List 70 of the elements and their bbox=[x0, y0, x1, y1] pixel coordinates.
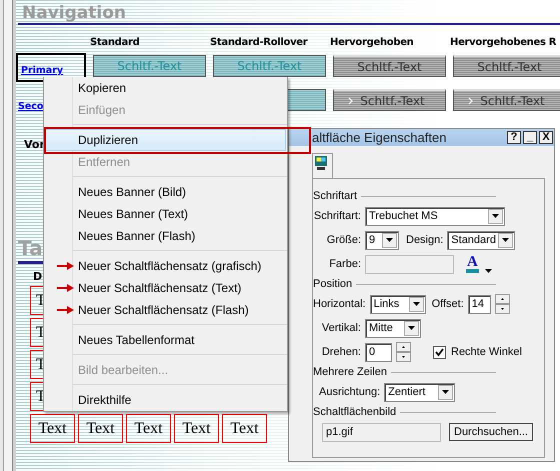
column-header: Hervorgehobenes R bbox=[450, 37, 558, 48]
arrow-icon bbox=[57, 306, 74, 314]
menu-item[interactable]: Neues Tabellenformat bbox=[44, 329, 287, 351]
column-header: D bbox=[33, 270, 43, 283]
menu-item[interactable]: Neuer Schaltflächensatz (Flash) bbox=[44, 299, 287, 321]
row-label: Vor bbox=[24, 138, 46, 151]
chevron-icon bbox=[348, 96, 354, 104]
menu-item[interactable]: Duplizieren bbox=[45, 129, 286, 151]
column-header: Standard bbox=[90, 37, 140, 48]
field-label: Horizontal: bbox=[313, 298, 366, 310]
menu-item[interactable]: Neues Banner (Flash) bbox=[44, 225, 287, 247]
title-button[interactable]: X bbox=[539, 131, 553, 144]
nav-button[interactable]: Schltf.-Text bbox=[333, 55, 446, 77]
field-label: Offset: bbox=[432, 298, 464, 310]
nav-button[interactable]: Schltf.-Text bbox=[453, 89, 560, 111]
input-field[interactable]: 14 bbox=[468, 294, 491, 314]
menu-item[interactable]: Neues Banner (Bild) bbox=[44, 181, 287, 203]
input-field[interactable]: 0 bbox=[365, 342, 392, 362]
column-header: Standard-Rollover bbox=[210, 37, 309, 48]
nav-button[interactable]: Schltf.-Text bbox=[453, 55, 560, 77]
dropdown[interactable]: Mitte bbox=[365, 318, 421, 338]
menu-item[interactable]: Neuer Schaltflächensatz (Text) bbox=[44, 277, 287, 299]
font-color-button[interactable]: A bbox=[466, 255, 479, 273]
browse-button[interactable]: Durchsuchen... bbox=[449, 423, 533, 441]
dialog-tab[interactable] bbox=[312, 153, 333, 178]
group-label: Mehrere Zeilen bbox=[313, 366, 387, 378]
table-cell: Text bbox=[134, 420, 163, 438]
title-button[interactable]: ? bbox=[507, 131, 521, 144]
chevron-icon bbox=[468, 96, 474, 104]
dropdown[interactable]: Zentiert bbox=[384, 382, 456, 402]
spin-buttons[interactable] bbox=[396, 342, 411, 362]
caret-icon bbox=[492, 214, 499, 218]
caret-icon bbox=[442, 390, 450, 394]
checkbox[interactable] bbox=[433, 346, 446, 358]
field-label: Farbe: bbox=[328, 258, 361, 270]
spin-buttons[interactable] bbox=[494, 294, 510, 314]
table-cell: Text bbox=[38, 420, 67, 438]
field-label: Schriftart: bbox=[313, 210, 361, 222]
page-heading: Navigation bbox=[18, 3, 560, 25]
field-label: Drehen: bbox=[320, 346, 361, 358]
field-label: Größe: bbox=[326, 234, 361, 246]
dropdown[interactable]: 9 bbox=[365, 230, 399, 250]
field-label: Ausrichtung: bbox=[319, 386, 380, 398]
title-button[interactable]: _ bbox=[523, 131, 537, 144]
caret-icon bbox=[412, 302, 420, 306]
dropdown[interactable]: Standard bbox=[447, 230, 516, 250]
arrow-icon bbox=[57, 284, 74, 292]
window-title: altfläche Eigenschaften bbox=[312, 130, 448, 145]
table-cell: Text bbox=[182, 420, 211, 438]
caret-icon bbox=[408, 326, 415, 330]
table-cell: Text bbox=[230, 420, 259, 438]
dropdown[interactable]: Trebuchet MS bbox=[365, 206, 505, 226]
field-label: Design: bbox=[406, 234, 444, 246]
monitor-icon bbox=[314, 155, 328, 171]
dropdown[interactable]: Links bbox=[370, 294, 426, 314]
nav-button[interactable]: Schltf.-Text bbox=[333, 89, 446, 111]
caret-icon bbox=[386, 238, 393, 242]
field-label: Vertikal: bbox=[320, 322, 361, 334]
caret-icon bbox=[502, 238, 510, 242]
column-header: Hervorgehoben bbox=[330, 37, 414, 48]
table-cell: Text bbox=[86, 420, 115, 438]
checkbox-label[interactable]: Rechte Winkel bbox=[433, 346, 522, 358]
group-label: Schriftart bbox=[313, 190, 358, 202]
menu-item[interactable]: Neues Banner (Text) bbox=[44, 203, 287, 225]
menu-item[interactable]: Direkthilfe bbox=[44, 389, 287, 411]
arrow-icon bbox=[57, 262, 74, 270]
caret-icon bbox=[484, 269, 492, 273]
menu-item[interactable]: Neuer Schaltflächensatz (grafisch) bbox=[44, 255, 287, 277]
group-label: Schaltflächenbild bbox=[313, 406, 396, 418]
group-label: Position bbox=[313, 278, 352, 290]
